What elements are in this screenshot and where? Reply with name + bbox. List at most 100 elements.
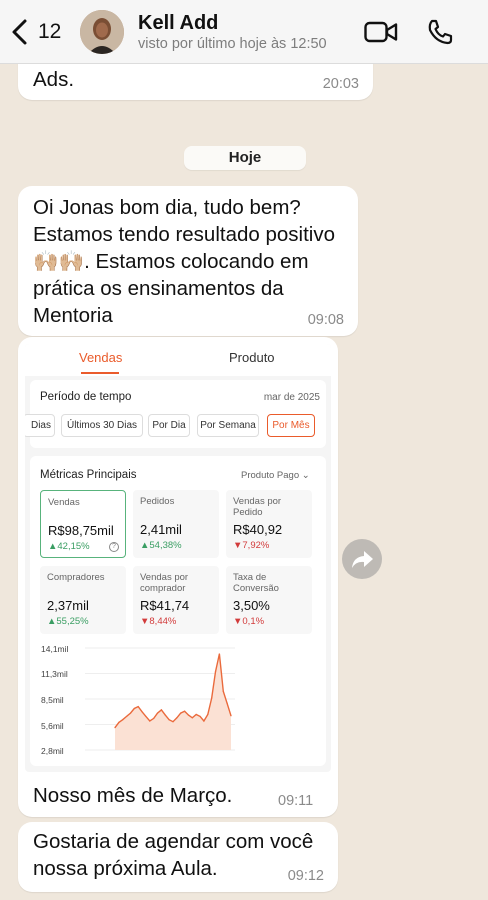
- data-point: [129, 712, 132, 714]
- y-tick-label: 11,3mil: [41, 669, 68, 679]
- dashboard-tabs: Vendas Produto: [25, 344, 331, 376]
- metric-label: Vendas por comprador: [140, 572, 189, 594]
- message-text: Ads.: [33, 68, 75, 91]
- metric-value: R$41,74: [140, 598, 190, 613]
- data-point: [141, 711, 143, 713]
- metrics-title: Métricas Principais: [40, 469, 137, 481]
- metric-value: 2,41mil: [140, 522, 182, 537]
- message-line: Mentoria: [33, 304, 113, 327]
- raised-hands-emoji: 🙌🏼🙌🏼: [33, 250, 85, 273]
- contact-name[interactable]: Kell Add: [138, 12, 218, 35]
- data-point: [211, 697, 213, 699]
- data-point: [114, 727, 116, 729]
- data-point: [187, 714, 190, 716]
- active-tab-indicator: [81, 372, 119, 374]
- data-point: [126, 715, 128, 718]
- chevron-down-icon: ⌄: [301, 470, 310, 481]
- video-call-icon[interactable]: [364, 20, 398, 44]
- chat-header: 12 Kell Add visto por último hoje às 12:…: [0, 0, 488, 64]
- metric-tile-taxa-conversao: Taxa de Conversão 3,50% ▼0,1%: [226, 566, 312, 634]
- data-point: [180, 712, 182, 714]
- metric-delta: ▼0,1%: [233, 616, 265, 627]
- data-point: [137, 705, 139, 708]
- metric-value: 3,50%: [233, 598, 270, 613]
- period-option: Por Dia: [148, 414, 190, 437]
- forward-arrow-icon: [352, 551, 373, 568]
- metric-delta: ▼8,44%: [140, 616, 177, 627]
- data-point: [226, 702, 228, 704]
- message-line: Gostaria de agendar com você: [33, 830, 314, 853]
- data-point: [145, 715, 147, 718]
- data-point: [153, 717, 155, 720]
- metrics-filter: Produto Pago ⌄: [241, 470, 310, 481]
- sales-dashboard-screenshot[interactable]: Vendas Produto Período de tempo mar de 2…: [25, 344, 331, 772]
- tab-produto: Produto: [229, 350, 275, 365]
- message-line: 🙌🏼🙌🏼. Estamos colocando em: [33, 250, 309, 273]
- data-point: [164, 714, 166, 716]
- data-point: [168, 719, 170, 721]
- metric-tile-vendas: Vendas R$98,75mil ▲42,15% ?: [40, 490, 126, 558]
- metric-label: Vendas por Pedido: [233, 496, 282, 518]
- message-time: 09:08: [307, 312, 344, 328]
- data-point: [118, 721, 120, 723]
- message-time: 20:03: [322, 76, 359, 92]
- last-seen-status: visto por último hoje às 12:50: [138, 36, 327, 52]
- data-point: [184, 710, 186, 712]
- unread-count[interactable]: 12: [38, 20, 61, 44]
- metric-value: R$98,75mil: [48, 523, 114, 538]
- series-area: [115, 653, 231, 750]
- data-point: [149, 720, 151, 722]
- metric-tile-compradores: Compradores 2,37mil ▲55,25%: [40, 566, 126, 634]
- message-line: Estamos tendo resultado positivo: [33, 223, 335, 246]
- y-tick-label: 14,1mil: [41, 644, 69, 654]
- tab-vendas: Vendas: [79, 350, 123, 365]
- image-caption: Nosso mês de Março.: [33, 784, 233, 807]
- data-point: [230, 715, 232, 717]
- data-point: [122, 719, 124, 721]
- metric-delta: ▲54,38%: [140, 540, 182, 551]
- metric-label: Vendas: [48, 497, 80, 508]
- y-tick-label: 5,6mil: [41, 721, 64, 731]
- metric-delta: ▲42,15%: [48, 541, 90, 552]
- data-point: [191, 717, 193, 719]
- avatar[interactable]: [80, 10, 124, 54]
- info-icon: ?: [109, 542, 119, 552]
- back-chevron-icon[interactable]: [8, 18, 32, 46]
- data-point: [222, 690, 224, 693]
- metric-delta: ▲55,25%: [47, 616, 89, 627]
- phone-icon[interactable]: [426, 18, 454, 46]
- data-point: [176, 717, 178, 719]
- message-time: 09:12: [287, 868, 324, 884]
- message-time: 09:11: [278, 793, 314, 809]
- data-point: [207, 713, 209, 716]
- data-point: [199, 715, 201, 718]
- data-point: [172, 721, 174, 723]
- data-point: [218, 653, 220, 655]
- data-point: [195, 713, 197, 716]
- data-point: [203, 720, 205, 722]
- metric-delta: ▼7,92%: [233, 540, 270, 551]
- sales-area-chart: [85, 647, 235, 751]
- message-text: Oi Jonas bom dia, tudo bem? Estamos tend…: [33, 194, 353, 329]
- message-line: Oi Jonas bom dia, tudo bem?: [33, 196, 301, 219]
- data-point: [133, 707, 135, 710]
- y-tick-label: 8,5mil: [41, 695, 64, 705]
- forward-button[interactable]: [342, 539, 382, 579]
- data-point: [160, 709, 162, 711]
- period-option: Últimos 30 Dias: [61, 414, 143, 437]
- message-bubble[interactable]: Oi Jonas bom dia, tudo bem? Estamos tend…: [18, 186, 358, 336]
- metric-tile-pedidos: Pedidos 2,41mil ▲54,38%: [133, 490, 219, 558]
- period-option: Por Semana: [197, 414, 259, 437]
- period-title: Período de tempo: [40, 391, 132, 403]
- message-bubble[interactable]: Gostaria de agendar com você nossa próxi…: [18, 822, 338, 892]
- data-point: [156, 712, 159, 714]
- metric-value: 2,37mil: [47, 598, 89, 613]
- y-tick-label: 2,8mil: [41, 746, 64, 756]
- metric-tile-vendas-por-pedido: Vendas por Pedido R$40,92 ▼7,92%: [226, 490, 312, 558]
- message-line: prática os ensinamentos da: [33, 277, 284, 300]
- metric-label: Compradores: [47, 572, 105, 583]
- metric-tile-vendas-por-comprador: Vendas por comprador R$41,74 ▼8,44%: [133, 566, 219, 634]
- metric-label: Taxa de Conversão: [233, 572, 279, 594]
- period-date: mar de 2025: [263, 392, 320, 403]
- metric-label: Pedidos: [140, 496, 175, 507]
